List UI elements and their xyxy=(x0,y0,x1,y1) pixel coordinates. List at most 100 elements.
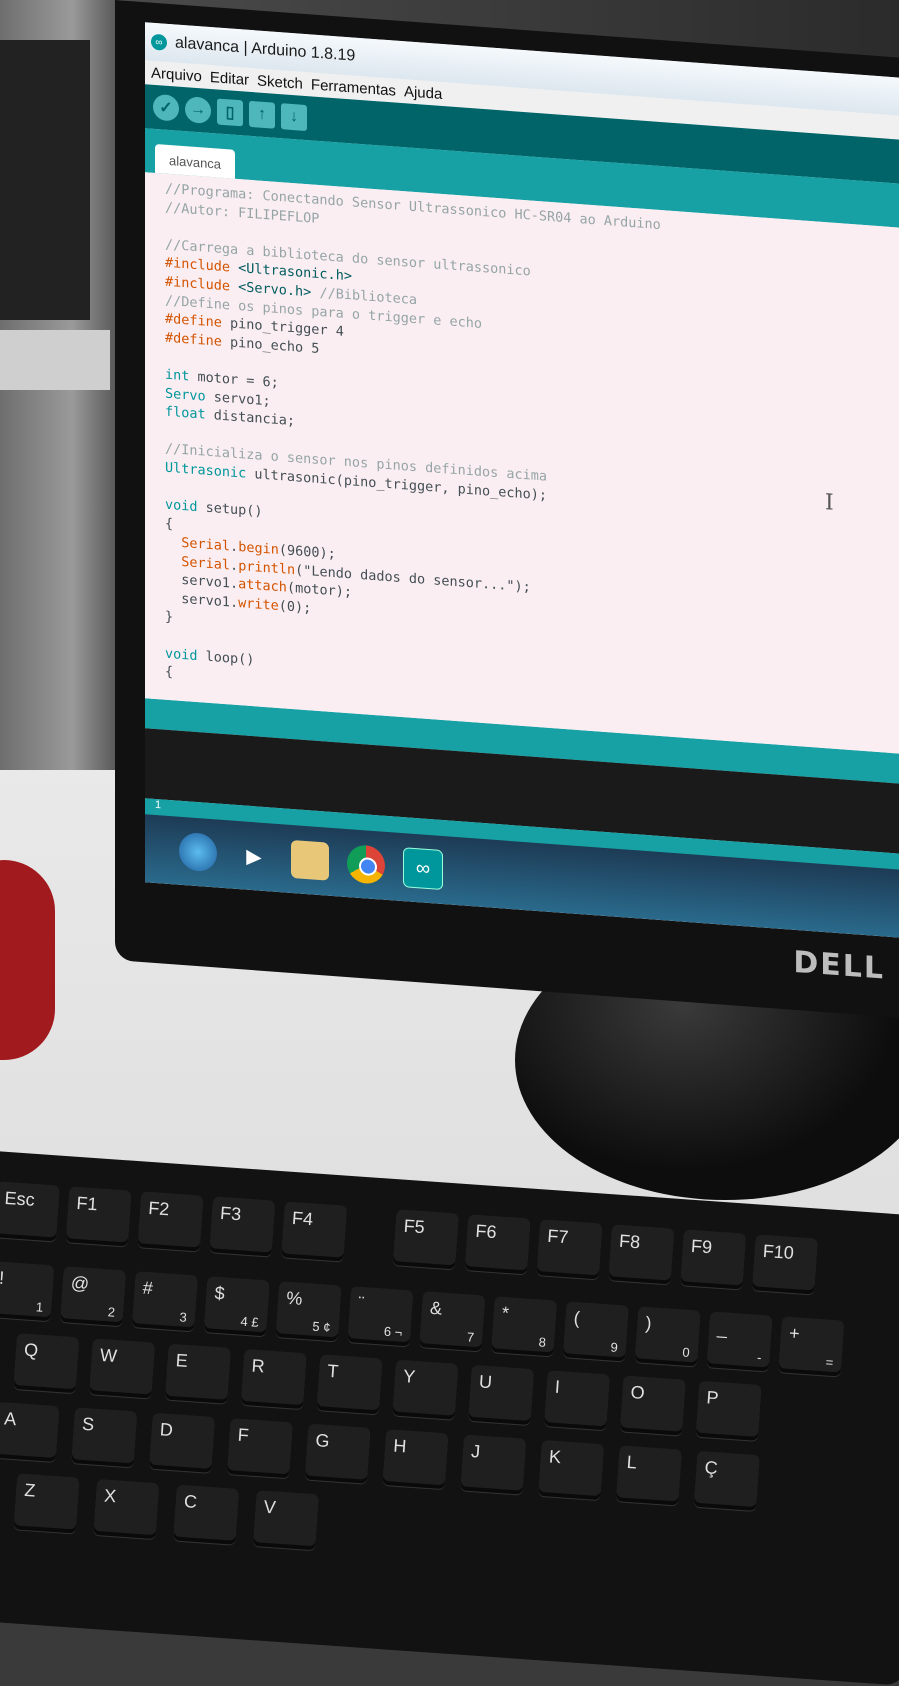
monitor-brand-logo: DELL xyxy=(793,944,885,987)
key-sym[interactable]: #3 xyxy=(132,1271,198,1332)
menu-ajuda[interactable]: Ajuda xyxy=(404,83,442,103)
key-f[interactable]: F xyxy=(226,1418,293,1479)
code-editor[interactable]: I //Programa: Conectando Sensor Ultrasso… xyxy=(145,172,899,755)
menu-editar[interactable]: Editar xyxy=(210,68,249,88)
key-q[interactable]: Q xyxy=(13,1333,80,1394)
key-e[interactable]: E xyxy=(165,1343,231,1404)
key-label: V xyxy=(263,1496,277,1518)
key-u[interactable]: U xyxy=(468,1364,535,1426)
taskbar-chrome-icon[interactable] xyxy=(347,844,385,885)
taskbar-media-player-icon[interactable]: ▶ xyxy=(235,836,273,877)
key-label: ( xyxy=(573,1307,581,1329)
key-h[interactable]: H xyxy=(382,1429,449,1490)
key-label: F5 xyxy=(403,1215,426,1238)
key-t[interactable]: T xyxy=(316,1354,383,1415)
key-s[interactable]: S xyxy=(71,1407,138,1468)
key-f6[interactable]: F6 xyxy=(464,1214,531,1275)
red-bag xyxy=(0,860,55,1060)
key-sym[interactable]: $4 £ xyxy=(203,1276,270,1337)
save-button[interactable]: ↓ xyxy=(281,103,307,132)
key-w[interactable]: W xyxy=(89,1338,155,1399)
key-sym[interactable]: (9 xyxy=(562,1301,629,1362)
key-label: F1 xyxy=(75,1192,99,1215)
key-sublabel: 4 £ xyxy=(240,1313,260,1330)
key-r[interactable]: R xyxy=(240,1348,307,1410)
key-k[interactable]: K xyxy=(538,1439,604,1501)
key-sublabel: 2 xyxy=(107,1304,116,1320)
key-label: F3 xyxy=(219,1202,242,1225)
key-f4[interactable]: F4 xyxy=(281,1201,348,1262)
text-cursor-icon: I xyxy=(825,490,834,516)
key-label: K xyxy=(548,1446,562,1468)
key-sublabel: 0 xyxy=(681,1344,691,1360)
verify-button[interactable]: ✓ xyxy=(153,93,179,122)
key-sym[interactable]: ¨ 6 ¬ xyxy=(347,1286,414,1347)
key-sym[interactable]: ! 1 xyxy=(0,1261,55,1322)
taskbar-arduino-icon[interactable]: ∞ xyxy=(403,847,443,891)
key-c[interactable]: C xyxy=(173,1484,239,1545)
key-y[interactable]: Y xyxy=(392,1359,459,1420)
key-z[interactable]: Z xyxy=(13,1473,80,1534)
key-label: Ç xyxy=(703,1457,719,1479)
key-label: O xyxy=(630,1382,646,1403)
key-label: D xyxy=(159,1419,174,1441)
key-sym[interactable]: * 8 xyxy=(491,1296,557,1357)
key-ç[interactable]: Ç xyxy=(693,1450,760,1511)
taskbar-file-explorer-icon[interactable] xyxy=(291,839,329,881)
key-l[interactable]: L xyxy=(616,1445,682,1506)
key-f10[interactable]: F10 xyxy=(752,1234,818,1295)
key-d[interactable]: D xyxy=(149,1412,215,1473)
key-label: * xyxy=(501,1302,510,1324)
new-button[interactable]: ▯ xyxy=(217,98,243,127)
key-label: F9 xyxy=(690,1235,713,1258)
code-token: servo1. xyxy=(165,589,239,612)
key-p[interactable]: P xyxy=(695,1380,762,1441)
key-f9[interactable]: F9 xyxy=(680,1229,747,1290)
key-esc[interactable]: Esc xyxy=(0,1181,60,1242)
key-o[interactable]: O xyxy=(619,1375,686,1436)
key-f2[interactable]: F2 xyxy=(137,1191,204,1252)
key-f8[interactable]: F8 xyxy=(608,1224,675,1285)
menu-sketch[interactable]: Sketch xyxy=(257,72,303,92)
key-sym[interactable]: + = xyxy=(778,1316,845,1377)
key-sym[interactable]: & 7 xyxy=(419,1291,486,1352)
key-label: W xyxy=(99,1344,118,1367)
open-button[interactable]: ↑ xyxy=(249,100,275,129)
menu-ferramentas[interactable]: Ferramentas xyxy=(311,76,396,99)
key-x[interactable]: X xyxy=(93,1478,160,1540)
key-g[interactable]: G xyxy=(304,1423,371,1484)
key-v[interactable]: V xyxy=(253,1490,319,1551)
menu-arquivo[interactable]: Arquivo xyxy=(151,64,202,85)
key-label: % xyxy=(285,1287,304,1309)
start-button[interactable] xyxy=(179,831,217,873)
code-token: void xyxy=(165,645,198,664)
key-f3[interactable]: F3 xyxy=(209,1196,276,1257)
arduino-icon: ∞ xyxy=(151,33,167,51)
key-label: F xyxy=(237,1424,250,1446)
key-sym[interactable]: % 5 ¢ xyxy=(275,1281,342,1342)
file-icon: ▯ xyxy=(225,104,235,122)
key-label: P xyxy=(705,1387,720,1409)
key-label: S xyxy=(81,1413,95,1435)
key-f7[interactable]: F7 xyxy=(536,1219,603,1280)
key-label: J xyxy=(470,1441,481,1462)
key-f5[interactable]: F5 xyxy=(392,1209,459,1270)
key-j[interactable]: J xyxy=(460,1434,527,1495)
code-token: void xyxy=(165,496,198,516)
upload-button[interactable]: → xyxy=(185,96,211,125)
key-label: ! xyxy=(0,1267,5,1288)
check-icon: ✓ xyxy=(159,99,173,118)
key-sym[interactable]: _ - xyxy=(706,1311,773,1372)
key-sym[interactable]: @2 xyxy=(60,1266,126,1327)
key-i[interactable]: I xyxy=(544,1370,610,1431)
code-token: float xyxy=(165,403,206,423)
key-a[interactable]: A xyxy=(0,1401,60,1463)
code-token: Serial xyxy=(181,553,231,574)
key-sublabel: 6 ¬ xyxy=(383,1323,403,1340)
key-sym[interactable]: ) 0 xyxy=(634,1306,701,1367)
key-f1[interactable]: F1 xyxy=(65,1186,132,1247)
key-label: ¨ xyxy=(357,1292,365,1314)
key-label: + xyxy=(788,1322,801,1344)
code-token: { xyxy=(165,664,174,681)
